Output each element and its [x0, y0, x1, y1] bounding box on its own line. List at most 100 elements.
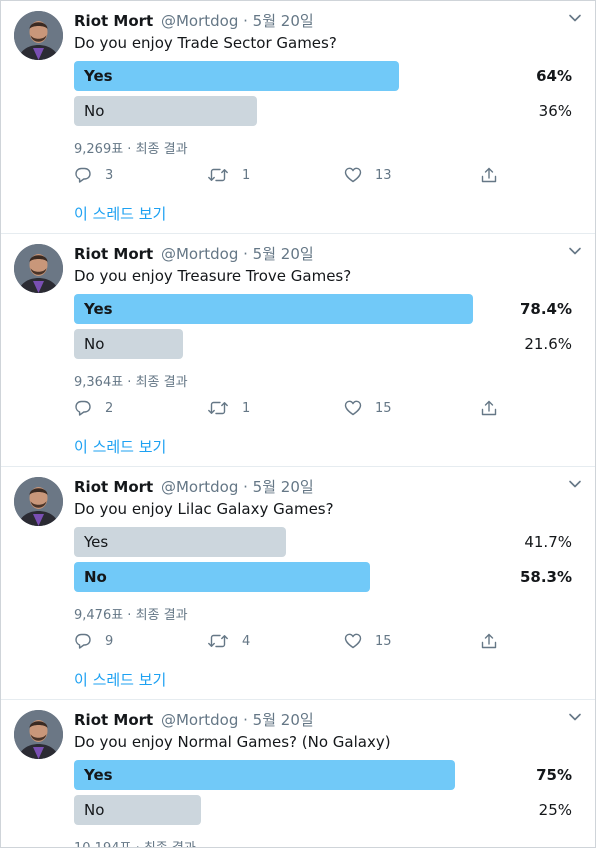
poll-bar [74, 760, 455, 790]
tweet-card[interactable]: Riot Mort @Mortdog · 5월 20일 Do you enjoy… [1, 700, 595, 847]
like-button[interactable]: 15 [344, 631, 392, 651]
poll-option-percent: 25% [538, 801, 572, 819]
poll-option-percent: 58.3% [519, 568, 572, 586]
poll-option-label: Yes [84, 300, 113, 318]
reply-button[interactable]: 9 [74, 631, 113, 651]
reply-icon [75, 633, 91, 649]
share-button[interactable] [480, 631, 498, 651]
poll-question: Do you enjoy Treasure Trove Games? [74, 267, 352, 285]
retweet-count: 1 [242, 400, 251, 416]
reply-button[interactable]: 3 [74, 165, 113, 185]
retweet-icon [208, 634, 228, 648]
reply-count: 3 [105, 167, 114, 183]
like-count: 15 [375, 400, 392, 416]
avatar[interactable] [14, 244, 63, 293]
heart-icon [344, 400, 362, 416]
tweet-actions: 9 4 15 [74, 631, 514, 651]
like-button[interactable]: 15 [344, 398, 392, 418]
share-button[interactable] [480, 165, 498, 185]
reply-icon [75, 167, 91, 183]
tweet-actions: 2 1 15 [74, 398, 514, 418]
poll-option: No 21.6% [74, 329, 574, 359]
reply-button[interactable]: 2 [74, 398, 113, 418]
poll-option-percent: 41.7% [524, 533, 572, 551]
retweet-count: 4 [242, 633, 251, 649]
poll-bar [74, 294, 473, 324]
like-button[interactable]: 13 [344, 165, 392, 185]
poll-option-label: No [84, 102, 105, 120]
poll-option-label: No [84, 335, 105, 353]
poll-meta: 9,364표 · 최종 결과 [74, 375, 188, 390]
tweet-card[interactable]: Riot Mort @Mortdog · 5월 20일 Do you enjoy… [1, 1, 595, 234]
tweet-header: Riot Mort @Mortdog · 5월 20일 [74, 476, 314, 497]
heart-icon [344, 167, 362, 183]
share-button[interactable] [480, 398, 498, 418]
poll-option-percent: 21.6% [524, 335, 572, 353]
retweet-icon [208, 168, 228, 182]
poll-bar [74, 61, 399, 91]
poll-option-label: No [84, 568, 107, 586]
tweet-actions: 3 1 13 [74, 165, 514, 185]
retweet-button[interactable]: 1 [207, 165, 250, 185]
reply-icon [75, 400, 91, 416]
poll-meta: 9,269표 · 최종 결과 [74, 142, 188, 157]
retweet-button[interactable]: 4 [207, 631, 250, 651]
avatar[interactable] [14, 710, 63, 759]
poll-option: Yes 75% [74, 760, 574, 790]
share-icon [481, 633, 497, 649]
timeline: Riot Mort @Mortdog · 5월 20일 Do you enjoy… [0, 0, 596, 848]
chevron-down-icon[interactable] [567, 243, 583, 259]
poll-question: Do you enjoy Lilac Galaxy Games? [74, 500, 334, 518]
chevron-down-icon[interactable] [567, 709, 583, 725]
author-name[interactable]: Riot Mort [74, 711, 153, 729]
author-name[interactable]: Riot Mort [74, 245, 153, 263]
share-icon [481, 167, 497, 183]
like-count: 15 [375, 633, 392, 649]
poll-option-label: Yes [84, 67, 113, 85]
author-name[interactable]: Riot Mort [74, 12, 153, 30]
poll-question: Do you enjoy Trade Sector Games? [74, 34, 337, 52]
chevron-down-icon[interactable] [567, 10, 583, 26]
tweet-card[interactable]: Riot Mort @Mortdog · 5월 20일 Do you enjoy… [1, 467, 595, 700]
reply-count: 2 [105, 400, 114, 416]
poll-option: No 58.3% [74, 562, 574, 592]
heart-icon [344, 633, 362, 649]
poll-option-label: No [84, 801, 105, 819]
share-icon [481, 400, 497, 416]
tweet-card[interactable]: Riot Mort @Mortdog · 5월 20일 Do you enjoy… [1, 234, 595, 467]
chevron-down-icon[interactable] [567, 476, 583, 492]
poll-meta: 10,194표 · 최종 결과 [74, 837, 196, 847]
tweet-header: Riot Mort @Mortdog · 5월 20일 [74, 10, 314, 31]
tweet-header: Riot Mort @Mortdog · 5월 20일 [74, 709, 314, 730]
retweet-button[interactable]: 1 [207, 398, 250, 418]
like-count: 13 [375, 167, 392, 183]
author-handle-date[interactable]: @Mortdog · 5월 20일 [161, 478, 314, 496]
poll-option: Yes 41.7% [74, 527, 574, 557]
view-thread-link[interactable]: 이 스레드 보기 [74, 203, 166, 224]
poll-option-label: Yes [84, 766, 113, 784]
reply-count: 9 [105, 633, 114, 649]
retweet-count: 1 [242, 167, 251, 183]
poll-option-label: Yes [84, 533, 109, 551]
poll-option-percent: 36% [538, 102, 572, 120]
view-thread-link[interactable]: 이 스레드 보기 [74, 669, 166, 690]
poll-option: No 25% [74, 795, 574, 825]
poll-option-percent: 75% [536, 766, 572, 784]
poll-option-percent: 78.4% [519, 300, 572, 318]
poll-option: No 36% [74, 96, 574, 126]
poll-option: Yes 78.4% [74, 294, 574, 324]
author-handle-date[interactable]: @Mortdog · 5월 20일 [161, 711, 314, 729]
retweet-icon [208, 401, 228, 415]
poll-meta: 9,476표 · 최종 결과 [74, 608, 188, 623]
author-handle-date[interactable]: @Mortdog · 5월 20일 [161, 12, 314, 30]
poll-bar [74, 562, 370, 592]
poll-question: Do you enjoy Normal Games? (No Galaxy) [74, 733, 391, 751]
tweet-header: Riot Mort @Mortdog · 5월 20일 [74, 243, 314, 264]
poll-option-percent: 64% [536, 67, 572, 85]
avatar[interactable] [14, 11, 63, 60]
poll-option: Yes 64% [74, 61, 574, 91]
avatar[interactable] [14, 477, 63, 526]
author-handle-date[interactable]: @Mortdog · 5월 20일 [161, 245, 314, 263]
author-name[interactable]: Riot Mort [74, 478, 153, 496]
view-thread-link[interactable]: 이 스레드 보기 [74, 436, 166, 457]
